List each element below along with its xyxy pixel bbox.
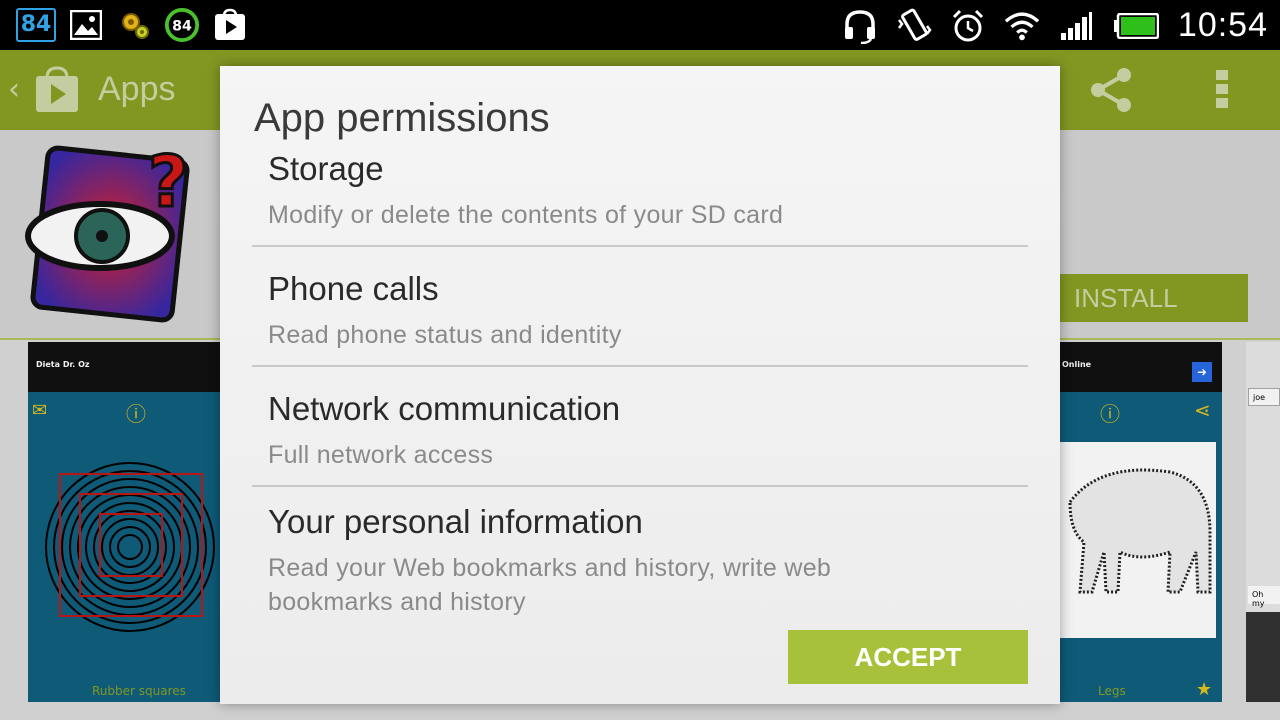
divider [252,245,1028,247]
gear-icon [116,7,152,43]
alarm-icon [950,8,986,44]
accept-button[interactable]: ACCEPT [788,630,1028,684]
divider [252,485,1028,487]
app-permissions-dialog: App permissions Storage Modify or delete… [220,66,1060,704]
permission-item-phone-calls: Phone calls Read phone status and identi… [252,270,1028,352]
permission-title: Phone calls [268,270,439,307]
wifi-icon [1004,8,1040,44]
status-bar-system: 10:54 [842,6,1268,45]
divider [252,365,1028,367]
status-bar: 84 84 10:54 [0,0,1280,50]
battery-icon [1112,8,1160,44]
permission-item-personal-information: Your personal information Read your Web … [252,503,1028,619]
battery-84-icon: 84 [164,7,200,43]
permission-description: Full network access [268,441,494,469]
clock: 10:54 [1177,6,1268,44]
vibrate-icon [896,8,932,44]
battery-badge-text: 84 [172,19,192,35]
headset-icon [842,8,878,44]
permission-title: Storage [268,150,384,187]
signal-icon [1058,8,1094,44]
permission-description: Read phone status and identity [268,321,622,349]
status-bar-notifications: 84 84 [16,7,248,43]
permission-description: Read your Web bookmarks and history, wri… [268,554,832,616]
play-store-icon [212,7,248,43]
notification-count-badge: 84 [16,8,56,42]
permission-title: Network communication [268,390,621,427]
permission-item-network-communication: Network communication Full network acces… [252,390,1028,472]
permission-description: Modify or delete the contents of your SD… [268,201,784,229]
image-icon [68,7,104,43]
dialog-title: App permissions [254,96,550,140]
permission-item-storage: Storage Modify or delete the contents of… [252,150,1028,232]
permission-title: Your personal information [268,503,643,540]
